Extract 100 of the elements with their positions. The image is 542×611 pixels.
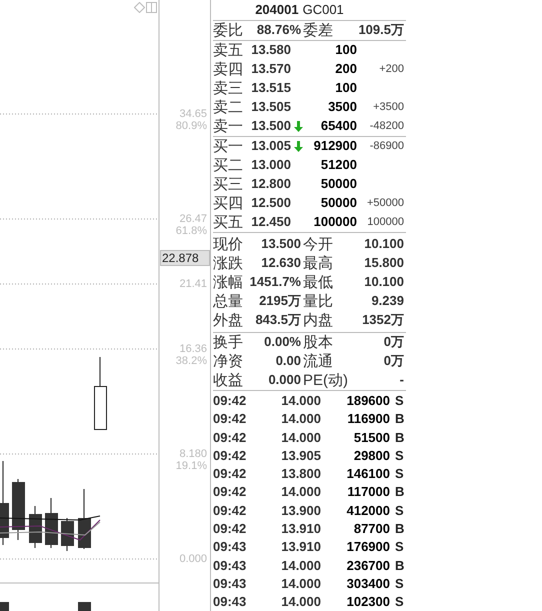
stat-value: 109.5万: [357, 21, 405, 40]
order-volume: 50000: [320, 175, 357, 194]
stat-value: 0万: [382, 333, 405, 352]
security-code: 204001: [255, 1, 299, 19]
volume-bar: [78, 602, 91, 611]
stat-value: 15.800: [363, 254, 405, 272]
candlestick: [61, 518, 74, 552]
trade-time: 09:43: [213, 574, 248, 593]
stat-label: 最低: [303, 274, 334, 290]
volume-change: +50000: [366, 196, 404, 211]
level-label: 卖四: [213, 62, 244, 76]
order-volume: 65400: [320, 117, 357, 136]
order-volume: 200: [334, 60, 357, 78]
trade-price: 14.000: [280, 593, 321, 611]
stat-label: 内盘: [303, 312, 334, 328]
trade-time: 09:42: [213, 428, 248, 446]
stat-label: PE(动): [303, 372, 347, 388]
trade-price: 13.800: [280, 465, 321, 484]
stat-value: 0万: [382, 352, 405, 370]
axis-price-label: 26.47: [179, 213, 207, 225]
security-name: GC001: [302, 1, 344, 19]
volume-change: +200: [379, 62, 404, 77]
trade-price: 13.910: [280, 538, 321, 556]
order-volume: 100000: [312, 213, 357, 232]
level-label: 买二: [213, 158, 244, 172]
stat-value: 12.630: [260, 254, 301, 272]
stat-label: 今开: [303, 236, 334, 252]
stat-value: 2195万: [258, 292, 301, 310]
candlestick: [78, 488, 91, 550]
order-volume: 912900: [312, 137, 357, 156]
order-volume: 100: [334, 41, 357, 60]
stat-value: 1352万: [361, 311, 405, 330]
level-label: 卖一: [213, 118, 244, 134]
trade-time: 09:42: [213, 446, 248, 465]
trade-volume: 116900: [346, 410, 390, 428]
order-volume: 51200: [320, 156, 357, 174]
level-label: 卖二: [213, 100, 244, 114]
level-label: 买一: [213, 138, 244, 154]
trade-volume: 51500: [352, 428, 390, 446]
stat-label: 换手: [213, 334, 244, 350]
order-price: 12.800: [250, 175, 291, 194]
trade-price: 14.000: [280, 556, 321, 575]
trade-side: B: [395, 520, 404, 538]
stat-value: 843.5万: [254, 311, 301, 330]
trade-side: S: [395, 593, 404, 611]
trade-volume: 87700: [352, 520, 390, 538]
trade-price: 14.000: [280, 483, 321, 502]
level-label: 买三: [213, 176, 244, 192]
stat-value: 1451.7%: [249, 273, 301, 292]
trade-side: B: [395, 428, 404, 446]
trade-volume: 189600: [346, 392, 390, 410]
trade-side: B: [395, 410, 404, 428]
trade-side: S: [395, 502, 404, 520]
level-label: 卖三: [213, 80, 244, 96]
order-price: 12.500: [250, 194, 291, 212]
trade-time: 09:43: [213, 556, 248, 575]
axis-price-label: 8.180: [179, 448, 207, 460]
axis-price-label: 34.65: [179, 108, 207, 120]
trade-time: 09:42: [213, 502, 248, 520]
stat-label: 外盘: [213, 312, 244, 328]
trade-side: S: [395, 465, 404, 484]
order-price: 13.500: [250, 117, 291, 136]
trade-price: 14.000: [280, 574, 321, 593]
order-price: 12.450: [250, 213, 291, 232]
trade-price: 14.000: [280, 392, 321, 410]
trade-volume: 146100: [346, 465, 390, 484]
trade-volume: 303400: [346, 574, 390, 593]
trade-side: S: [395, 574, 404, 593]
trade-price: 13.910: [280, 520, 321, 538]
volume-change: 100000: [367, 214, 404, 230]
stat-label: 最高: [303, 256, 334, 270]
stat-label: 现价: [213, 236, 244, 252]
trade-time: 09:42: [213, 410, 248, 428]
trade-volume: 117000: [346, 483, 390, 502]
volume-change: +3500: [373, 100, 404, 115]
panel-toggle-icon[interactable]: [146, 2, 157, 13]
axis-percent-label: 19.1%: [176, 460, 207, 472]
trade-time: 09:42: [213, 483, 248, 502]
volume-bar: [0, 602, 9, 611]
cursor-price-tag: 22.878: [160, 250, 210, 266]
volume-change: -86900: [370, 138, 404, 154]
trade-volume: 29800: [352, 446, 390, 465]
diamond-icon[interactable]: [134, 2, 145, 13]
trade-side: B: [395, 556, 404, 575]
order-price: 13.580: [250, 41, 291, 60]
order-volume: 50000: [320, 194, 357, 212]
stat-label: 股本: [303, 334, 334, 350]
trade-side: S: [395, 392, 404, 410]
trade-volume: 236700: [346, 556, 390, 575]
trade-time: 09:42: [213, 520, 248, 538]
candlestick: [12, 478, 25, 540]
stat-value: 0.000: [267, 371, 301, 390]
trade-side: B: [395, 483, 404, 502]
trade-price: 14.000: [280, 410, 321, 428]
order-volume: 3500: [327, 98, 357, 116]
stat-label: 收益: [213, 372, 244, 388]
level-label: 卖五: [213, 42, 244, 58]
candlestick: [29, 506, 42, 548]
stat-label: 量比: [303, 294, 334, 308]
order-price: 13.570: [250, 60, 291, 78]
